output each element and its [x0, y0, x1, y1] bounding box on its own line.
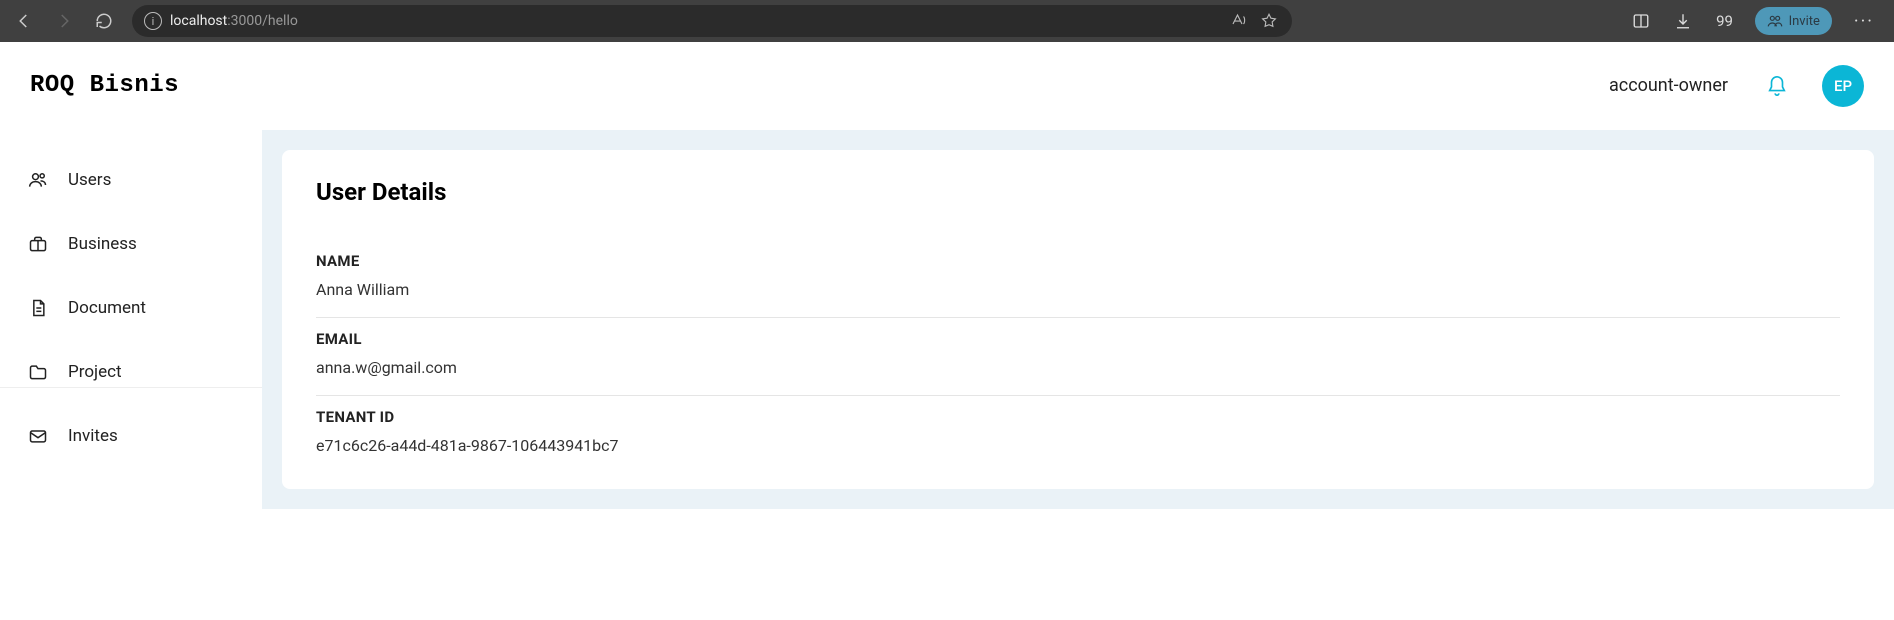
- sidebar-item-users[interactable]: Users: [0, 148, 262, 212]
- downloads-icon[interactable]: [1671, 9, 1695, 33]
- site-info-icon[interactable]: i: [144, 12, 162, 30]
- url-path: /hello: [262, 13, 298, 29]
- url-text: localhost:3000/hello: [170, 13, 298, 29]
- sidebar-item-label: Project: [68, 362, 122, 382]
- briefcase-icon: [28, 234, 48, 254]
- sidebar-item-label: Invites: [68, 426, 118, 446]
- back-button[interactable]: [8, 5, 40, 37]
- read-aloud-icon[interactable]: [1228, 10, 1250, 32]
- forward-button[interactable]: [48, 5, 80, 37]
- reload-button[interactable]: [88, 5, 120, 37]
- user-details-card: User Details NAME Anna William EMAIL ann…: [282, 150, 1874, 489]
- brand-title: ROQ Bisnis: [30, 72, 179, 99]
- people-icon: [1767, 13, 1783, 29]
- favorite-icon[interactable]: [1258, 10, 1280, 32]
- field-label: TENANT ID: [316, 408, 1840, 426]
- field-label: NAME: [316, 252, 1840, 270]
- notifications-icon[interactable]: [1766, 75, 1788, 97]
- sidebar-item-business[interactable]: Business: [0, 212, 262, 276]
- sidebar-item-label: Users: [68, 170, 111, 190]
- users-icon: [28, 170, 48, 190]
- role-label[interactable]: account-owner: [1609, 75, 1728, 96]
- field-value: e71c6c26-a44d-481a-9867-106443941bc7: [316, 436, 1840, 455]
- url-host: localhost: [170, 13, 227, 29]
- sidebar-item-label: Business: [68, 234, 137, 254]
- url-port: :3000: [227, 13, 262, 29]
- browser-invite-label: Invite: [1789, 14, 1820, 29]
- split-screen-icon[interactable]: [1629, 9, 1653, 33]
- document-icon: [28, 298, 48, 318]
- field-value: anna.w@gmail.com: [316, 358, 1840, 377]
- field-label: EMAIL: [316, 330, 1840, 348]
- sidebar-item-project[interactable]: Project: [0, 340, 262, 404]
- avatar[interactable]: EP: [1822, 65, 1864, 107]
- field-tenant-id: TENANT ID e71c6c26-a44d-481a-9867-106443…: [316, 396, 1840, 461]
- sidebar-item-label: Document: [68, 298, 146, 318]
- page-title: User Details: [316, 178, 1840, 206]
- field-name: NAME Anna William: [316, 240, 1840, 318]
- mail-icon: [28, 426, 48, 446]
- sidebar-item-document[interactable]: Document: [0, 276, 262, 340]
- app-header: ROQ Bisnis account-owner EP: [0, 42, 1894, 130]
- main-area: User Details NAME Anna William EMAIL ann…: [262, 130, 1894, 509]
- more-menu-icon[interactable]: ···: [1850, 11, 1878, 32]
- address-bar[interactable]: i localhost:3000/hello: [132, 5, 1292, 37]
- browser-invite-button[interactable]: Invite: [1755, 7, 1832, 35]
- sidebar-item-invites[interactable]: Invites: [0, 404, 262, 468]
- folder-icon: [28, 362, 48, 382]
- sidebar-nav: Users Business Document Project Invites: [0, 130, 262, 388]
- field-email: EMAIL anna.w@gmail.com: [316, 318, 1840, 396]
- browser-toolbar: i localhost:3000/hello 99 Invite ···: [0, 0, 1894, 42]
- field-value: Anna William: [316, 280, 1840, 299]
- quote-badge[interactable]: 99: [1713, 9, 1737, 33]
